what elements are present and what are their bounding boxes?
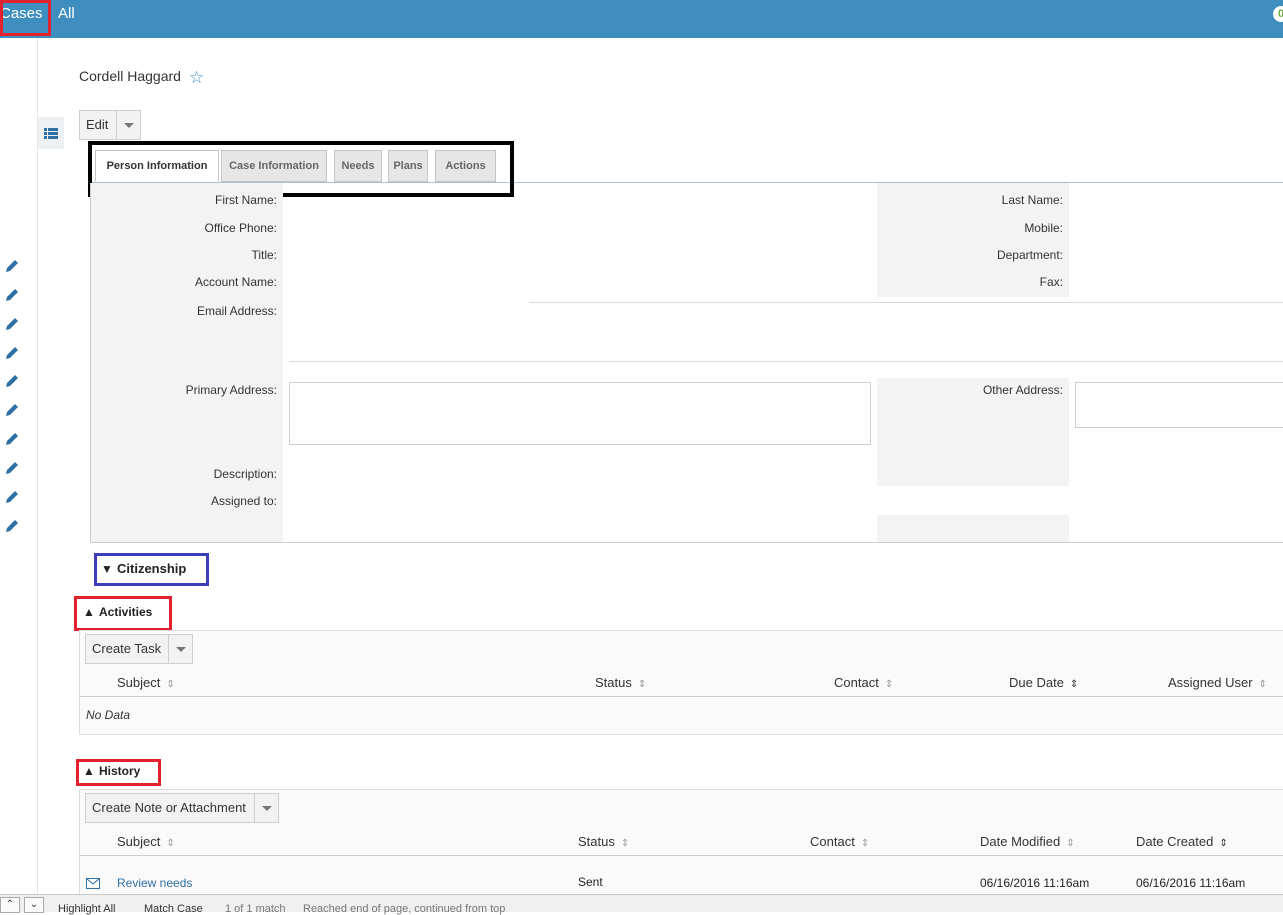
column-status[interactable]: Status ⇕ (578, 834, 629, 849)
nav-all[interactable]: All (58, 5, 75, 22)
pencil-icon[interactable] (4, 258, 20, 274)
edit-button-label: Edit (86, 117, 109, 132)
list-view-button[interactable] (38, 117, 64, 149)
pencil-icon[interactable] (4, 518, 20, 534)
highlight-box-citizenship (94, 553, 209, 586)
sort-icon: ⇕ (166, 838, 175, 849)
highlight-all-option[interactable]: Highlight All (58, 903, 115, 915)
pencil-icon[interactable] (4, 287, 20, 303)
list-icon (44, 128, 58, 139)
sort-icon: ⇕ (884, 679, 894, 690)
history-date-created: 06/16/2016 11:16am (1136, 876, 1246, 890)
sort-icon: ⇕ (620, 838, 630, 849)
find-status: Reached end of page, continued from top (303, 903, 506, 915)
column-subject[interactable]: Subject ⇕ (117, 675, 175, 690)
email-icon (86, 878, 100, 889)
primary-address-field[interactable] (289, 382, 871, 445)
fax-label: Fax: (1039, 275, 1063, 289)
column-assigned-user[interactable]: Assigned User ⇕ (1168, 675, 1267, 690)
create-task-label: Create Task (92, 641, 162, 656)
create-note-label: Create Note or Attachment (92, 800, 246, 815)
activities-empty-text: No Data (86, 708, 131, 722)
notification-badge[interactable]: 0 (1273, 6, 1283, 22)
account-name-label: Account Name: (194, 275, 277, 289)
sort-icon: ⇕ (166, 679, 175, 690)
column-subject[interactable]: Subject ⇕ (117, 834, 175, 849)
pencil-icon[interactable] (4, 489, 20, 505)
sort-icon: ⇕ (1066, 838, 1075, 849)
sort-icon: ⇕ (1069, 679, 1079, 690)
pencil-icon[interactable] (4, 460, 20, 476)
email-address-label: Email Address: (196, 304, 277, 318)
pencil-icon[interactable] (4, 316, 20, 332)
last-name-label: Last Name: (1001, 193, 1063, 207)
edit-button[interactable]: Edit (79, 110, 141, 140)
right-label-column-bottom (877, 515, 1069, 542)
favorite-star-icon[interactable]: ☆ (189, 68, 204, 88)
find-bar: ⌃ ⌄ Highlight All Match Case 1 of 1 matc… (0, 894, 1283, 915)
column-status[interactable]: Status ⇕ (595, 675, 646, 690)
highlight-box-history (76, 759, 161, 786)
first-name-label: First Name: (214, 193, 277, 207)
title-label: Title: (251, 248, 277, 262)
pencil-icon[interactable] (4, 373, 20, 389)
top-navigation-bar: Cases All 0 (0, 0, 1283, 38)
column-contact[interactable]: Contact ⇕ (810, 834, 869, 849)
assigned-to-label: Assigned to: (210, 494, 277, 508)
record-title: Cordell Haggard (79, 68, 181, 84)
match-count: 1 of 1 match (225, 903, 286, 915)
other-address-label: Other Address: (982, 383, 1063, 397)
email-row-top-line (529, 302, 1283, 303)
create-task-button[interactable]: Create Task (85, 634, 193, 664)
office-phone-label: Office Phone: (204, 221, 278, 235)
history-subject-link[interactable]: Review needs (117, 876, 192, 890)
chevron-down-icon[interactable] (116, 111, 140, 139)
primary-address-label: Primary Address: (185, 383, 277, 397)
sort-icon: ⇕ (860, 838, 870, 849)
create-note-button[interactable]: Create Note or Attachment (85, 793, 279, 823)
pencil-icon[interactable] (4, 431, 20, 447)
sort-icon: ⇕ (1219, 838, 1228, 849)
sort-icon: ⇕ (637, 679, 647, 690)
history-status: Sent (578, 875, 603, 889)
activities-subpanel (79, 630, 1283, 735)
other-address-field[interactable] (1075, 382, 1283, 428)
column-contact[interactable]: Contact ⇕ (834, 675, 893, 690)
description-label: Description: (213, 467, 277, 481)
pencil-icon[interactable] (4, 402, 20, 418)
column-date-modified[interactable]: Date Modified ⇕ (980, 834, 1075, 849)
history-date-modified: 06/16/2016 11:16am (980, 876, 1090, 890)
chevron-down-icon[interactable] (168, 635, 192, 663)
left-rail (0, 38, 38, 898)
highlight-box-activities (74, 596, 172, 631)
history-header-divider (79, 855, 1283, 856)
department-label: Department: (996, 248, 1063, 262)
column-date-created[interactable]: Date Created ⇕ (1136, 834, 1228, 849)
find-next-button[interactable]: ⌄ (24, 897, 44, 913)
pencil-icon[interactable] (4, 345, 20, 361)
column-due-date[interactable]: Due Date ⇕ (1009, 675, 1078, 690)
activities-header-divider (79, 696, 1283, 697)
email-row-bottom-line (289, 361, 1283, 362)
chevron-down-icon[interactable] (254, 794, 278, 822)
highlight-box-cases (0, 0, 51, 36)
sort-icon: ⇕ (1258, 679, 1267, 690)
match-case-option[interactable]: Match Case (144, 903, 203, 915)
mobile-label: Mobile: (1024, 221, 1063, 235)
left-label-column (91, 183, 283, 542)
find-previous-button[interactable]: ⌃ (0, 897, 20, 913)
